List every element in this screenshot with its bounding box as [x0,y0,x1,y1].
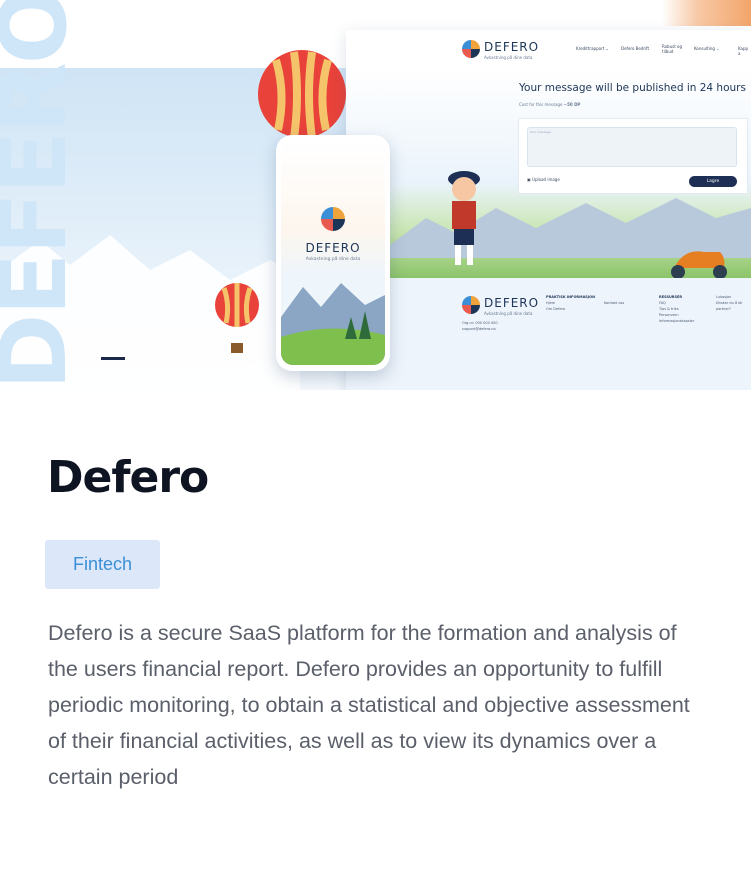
project-cover-image[interactable]: DEFERO DEFERO Avkastning på dine data Kr… [0,0,751,390]
site-logo-text: DEFERO [484,40,540,54]
message-cost: Cost for this message ~50 DP [519,102,580,107]
footer-link: Kontakt oss [604,301,625,305]
phone-logo-text: DEFERO [305,241,361,255]
website-mockup: DEFERO Avkastning på dine data Kredittra… [346,30,751,390]
phone-landscape-illustration [281,283,385,365]
nav-item-credit-report: Kredittrapport ⌄ [576,46,609,51]
phone-logo-subtitle: Avkastning på dine data [305,257,361,262]
footer-link: Informasjonskapsler [659,319,695,323]
footer-logo-text: DEFERO [484,296,540,310]
upload-label: Upload image [532,177,560,182]
footer-email: support@defero.no [462,327,496,331]
corner-gradient [662,0,751,26]
defero-logo-icon [462,40,480,58]
message-textarea: Your message [527,127,737,167]
message-publish-title: Your message will be published in 24 hou… [519,82,746,94]
footer-column-contact: Kontakt oss [604,300,624,306]
brand-watermark: DEFERO [0,0,87,390]
save-button: Lagre [689,176,737,187]
site-footer: DEFERO Avkastning på dine data Org.nr: 0… [346,278,751,390]
footer-contact: Org.nr: 000 000 000 support@defero.no [462,320,498,332]
upload-image-link: ▣ Upload image [527,177,560,182]
category-tag[interactable]: Fintech [45,540,160,589]
boy-character-illustration [448,171,480,265]
site-logo-subtitle: Avkastning på dine data [484,55,533,60]
hot-air-balloon-low-icon [215,283,259,353]
site-header: DEFERO Avkastning på dine data Kredittra… [346,30,751,69]
footer-column-resources: RESSURSER FAQ Tips & triks Personvern In… [659,294,694,324]
scooter-illustration [671,251,727,279]
nav-item-defero-business: Defero Bedrift [621,46,650,51]
cost-value: ~50 DP [563,102,581,107]
project-title: Defero [47,452,209,503]
message-card: Your message ▣ Upload image Lagre [518,118,748,194]
nav-item-more: Kapp a [738,46,749,56]
footer-link: Ønsker du å bli partner? [716,301,743,311]
phone-logo-icon [321,207,345,231]
nav-item-consulting: Konsulting ⌄ [694,46,720,51]
footer-logo-icon [462,296,480,314]
phone-mockup: DEFERO Avkastning på dine data [276,135,390,371]
phone-screen: DEFERO Avkastning på dine data [281,141,385,365]
nav-item-offers: Robust og tilbud [662,44,683,54]
image-icon: ▣ [527,177,531,182]
cost-label: Cost for this message [519,102,563,107]
project-description: Defero is a secure SaaS platform for the… [48,621,690,789]
footer-link: Om Defero [546,307,566,311]
slide-indicator [101,357,125,360]
footer-column-info: PRAKTISK INFORMASJON Hjem Om Defero [546,294,595,312]
footer-column-location: Lukasjon Ønsker du å bli partner? [716,294,750,312]
footer-logo-subtitle: Avkastning på dine data [484,311,533,316]
